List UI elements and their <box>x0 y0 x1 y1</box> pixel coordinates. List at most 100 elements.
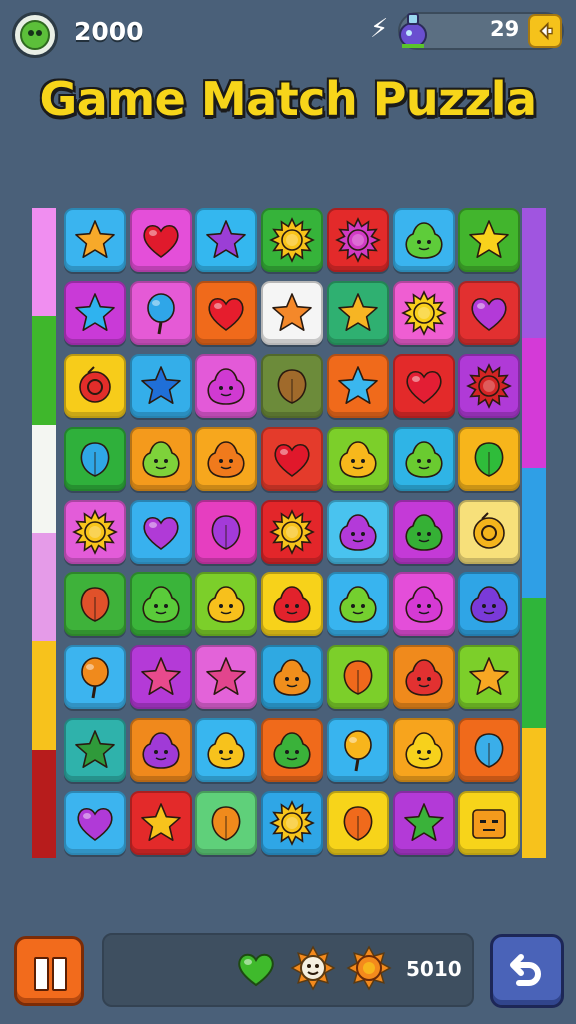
blob-icon <box>405 513 443 551</box>
star-icon <box>75 220 115 258</box>
puzzle-tile[interactable] <box>392 280 455 345</box>
puzzle-tile[interactable] <box>392 426 455 491</box>
puzzle-tile[interactable] <box>195 718 258 783</box>
puzzle-tile[interactable] <box>64 572 126 637</box>
puzzle-tile[interactable] <box>261 353 324 418</box>
puzzle-tile[interactable] <box>129 718 192 783</box>
puzzle-tile[interactable] <box>129 645 192 710</box>
puzzle-tile[interactable] <box>458 353 521 418</box>
blob-icon <box>273 732 311 770</box>
puzzle-tile[interactable] <box>326 280 389 345</box>
puzzle-tile[interactable] <box>392 353 455 418</box>
star-icon <box>338 365 378 404</box>
balloon-icon <box>81 657 109 699</box>
sun-icon <box>466 362 513 409</box>
puzzle-tile[interactable] <box>64 791 126 856</box>
blob-icon <box>273 659 311 697</box>
puzzle-tile[interactable] <box>392 645 455 710</box>
puzzle-tile[interactable] <box>458 791 521 856</box>
puzzle-tile[interactable] <box>195 426 258 491</box>
puzzle-tile[interactable] <box>195 791 258 856</box>
puzzle-tile[interactable] <box>129 280 192 345</box>
puzzle-tile[interactable] <box>261 208 324 272</box>
puzzle-tile[interactable] <box>261 572 324 637</box>
puzzle-tile[interactable] <box>64 499 126 564</box>
bar-segment <box>32 424 56 533</box>
bar-segment <box>522 728 546 858</box>
puzzle-tile[interactable] <box>326 718 389 783</box>
puzzle-tile[interactable] <box>195 208 258 272</box>
puzzle-tile[interactable] <box>129 791 192 856</box>
puzzle-tile[interactable] <box>195 572 258 637</box>
bar-segment <box>32 641 56 750</box>
puzzle-tile[interactable] <box>64 280 126 345</box>
leaf-icon <box>277 368 307 404</box>
box-icon <box>472 809 507 839</box>
sun-icon <box>269 800 315 846</box>
puzzle-tile[interactable] <box>195 499 258 564</box>
puzzle-tile[interactable] <box>64 208 126 272</box>
puzzle-tile[interactable] <box>326 499 389 564</box>
puzzle-tile[interactable] <box>261 791 324 856</box>
bar-segment <box>32 208 56 317</box>
puzzle-tile[interactable] <box>326 791 389 856</box>
game-title: Game Match Puzzla <box>39 72 537 126</box>
puzzle-tile[interactable] <box>261 280 324 345</box>
star-icon <box>140 365 181 404</box>
add-energy-button[interactable] <box>528 14 562 48</box>
puzzle-tile[interactable] <box>195 645 258 710</box>
player-avatar[interactable] <box>12 12 58 58</box>
puzzle-tile[interactable] <box>129 208 192 272</box>
blob-icon <box>405 440 443 478</box>
puzzle-tile[interactable] <box>458 499 521 564</box>
bar-segment <box>32 532 56 642</box>
puzzle-tile[interactable] <box>129 426 192 491</box>
undo-arrow-icon <box>510 954 541 986</box>
heart-icon <box>238 953 274 987</box>
puzzle-tile[interactable] <box>261 718 324 783</box>
puzzle-tile[interactable] <box>64 645 126 710</box>
puzzle-tile[interactable] <box>458 208 521 272</box>
puzzle-tile[interactable] <box>64 426 126 491</box>
heart-icon <box>77 808 113 842</box>
puzzle-tile[interactable] <box>326 426 389 491</box>
puzzle-tile[interactable] <box>129 353 192 418</box>
puzzle-tile[interactable] <box>392 718 455 783</box>
puzzle-tile[interactable] <box>326 353 389 418</box>
blob-icon <box>207 440 245 478</box>
puzzle-tile[interactable] <box>458 426 521 491</box>
star-icon <box>403 803 444 842</box>
puzzle-tile[interactable] <box>392 208 455 272</box>
puzzle-tile[interactable] <box>64 353 126 418</box>
puzzle-tile[interactable] <box>458 645 521 710</box>
puzzle-tile[interactable] <box>392 499 455 564</box>
ring-icon <box>79 366 111 403</box>
left-progress-bar <box>32 208 56 858</box>
blob-icon <box>273 586 311 624</box>
puzzle-tile[interactable] <box>326 572 389 637</box>
star-icon <box>206 657 247 696</box>
sun-icon <box>346 945 392 991</box>
pause-button[interactable] <box>14 936 84 1006</box>
puzzle-tile[interactable] <box>261 426 324 491</box>
puzzle-tile[interactable] <box>458 718 521 783</box>
puzzle-tile[interactable] <box>392 791 455 856</box>
puzzle-tile[interactable] <box>326 645 389 710</box>
puzzle-tile[interactable] <box>392 572 455 637</box>
puzzle-tile[interactable] <box>326 208 389 272</box>
undo-button[interactable] <box>490 934 564 1008</box>
puzzle-tile[interactable] <box>261 645 324 710</box>
bar-segment <box>522 598 546 728</box>
blob-icon <box>207 367 245 405</box>
sun-icon <box>72 508 118 555</box>
leaf-icon <box>80 441 110 477</box>
puzzle-tile[interactable] <box>129 572 192 637</box>
puzzle-tile[interactable] <box>195 353 258 418</box>
puzzle-tile[interactable] <box>458 280 521 345</box>
puzzle-tile[interactable] <box>195 280 258 345</box>
puzzle-tile[interactable] <box>261 499 324 564</box>
puzzle-tile[interactable] <box>458 572 521 637</box>
blob-icon <box>339 513 377 551</box>
puzzle-tile[interactable] <box>129 499 192 564</box>
puzzle-tile[interactable] <box>64 718 126 783</box>
